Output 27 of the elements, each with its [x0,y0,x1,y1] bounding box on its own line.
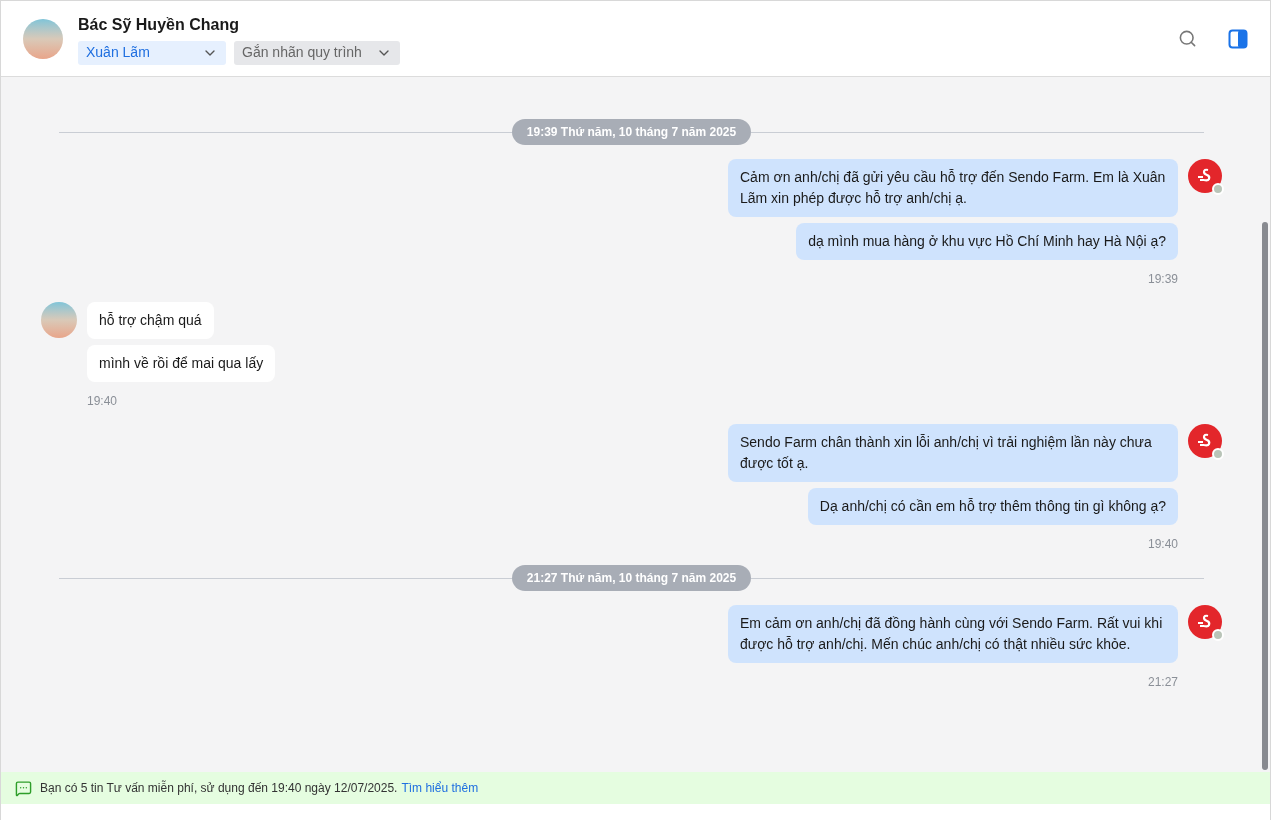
message-time: 19:40 [1147,536,1178,553]
search-icon[interactable] [1178,29,1197,48]
avatar-badge [1212,448,1224,460]
message-bubble: mình về rồi để mai qua lấy [87,345,276,382]
avatar-badge [1212,629,1224,641]
notice-text: Bạn có 5 tin Tư vấn miễn phí, sử dụng đến 19:40 ngày 12/07/2025. [40,779,398,797]
side-panel-icon[interactable] [1228,28,1248,49]
chat-icon [15,779,32,797]
scrollbar[interactable] [1262,222,1268,770]
avatar-badge [1212,183,1224,195]
message-bubble: Dạ anh/chị có cần em hỗ trợ thêm thông tin gì không ạ? [807,488,1178,525]
learn-more-link[interactable]: Tìm hiểu thêm [401,779,479,797]
message-bubble: hỗ trợ chậm quá [87,302,214,339]
message-bubble: Sendo Farm chân thành xin lỗi anh/chị vì trải nghiệm lần này chưa được tốt ạ. [728,424,1178,482]
assignee-dropdown[interactable]: Xuân Lãm [78,40,226,65]
message-bubble: Em cảm ơn anh/chị đã đồng hành cùng với Sendo Farm. Rất vui khi được hỗ trợ anh/chị. Mến chúc anh/chị có thật nhiều sức khỏe. [728,605,1178,663]
date-separator: 21:27 Thứ năm, 10 tháng 7 năm 2025 [511,565,752,591]
date-separator: 19:39 Thứ năm, 10 tháng 7 năm 2025 [511,119,752,145]
message-time: 21:27 [1147,674,1178,691]
message-bubble: Cảm ơn anh/chị đã gửi yêu cầu hỗ trợ đến Sendo Farm. Em là Xuân Lãm xin phép được hỗ trợ anh/chị ạ. [728,159,1178,217]
avatar-photo [23,18,63,59]
message-bubble: dạ mình mua hàng ở khu vực Hồ Chí Minh hay Hà Nội ạ? [796,223,1178,260]
message-time: 19:40 [87,393,118,410]
tag-dropdown[interactable]: Gắn nhãn quy trình [234,40,400,65]
message-time: 19:39 [1147,271,1178,288]
avatar-photo [41,302,77,338]
contact-name: Bác Sỹ Huyền Chang [78,14,240,35]
